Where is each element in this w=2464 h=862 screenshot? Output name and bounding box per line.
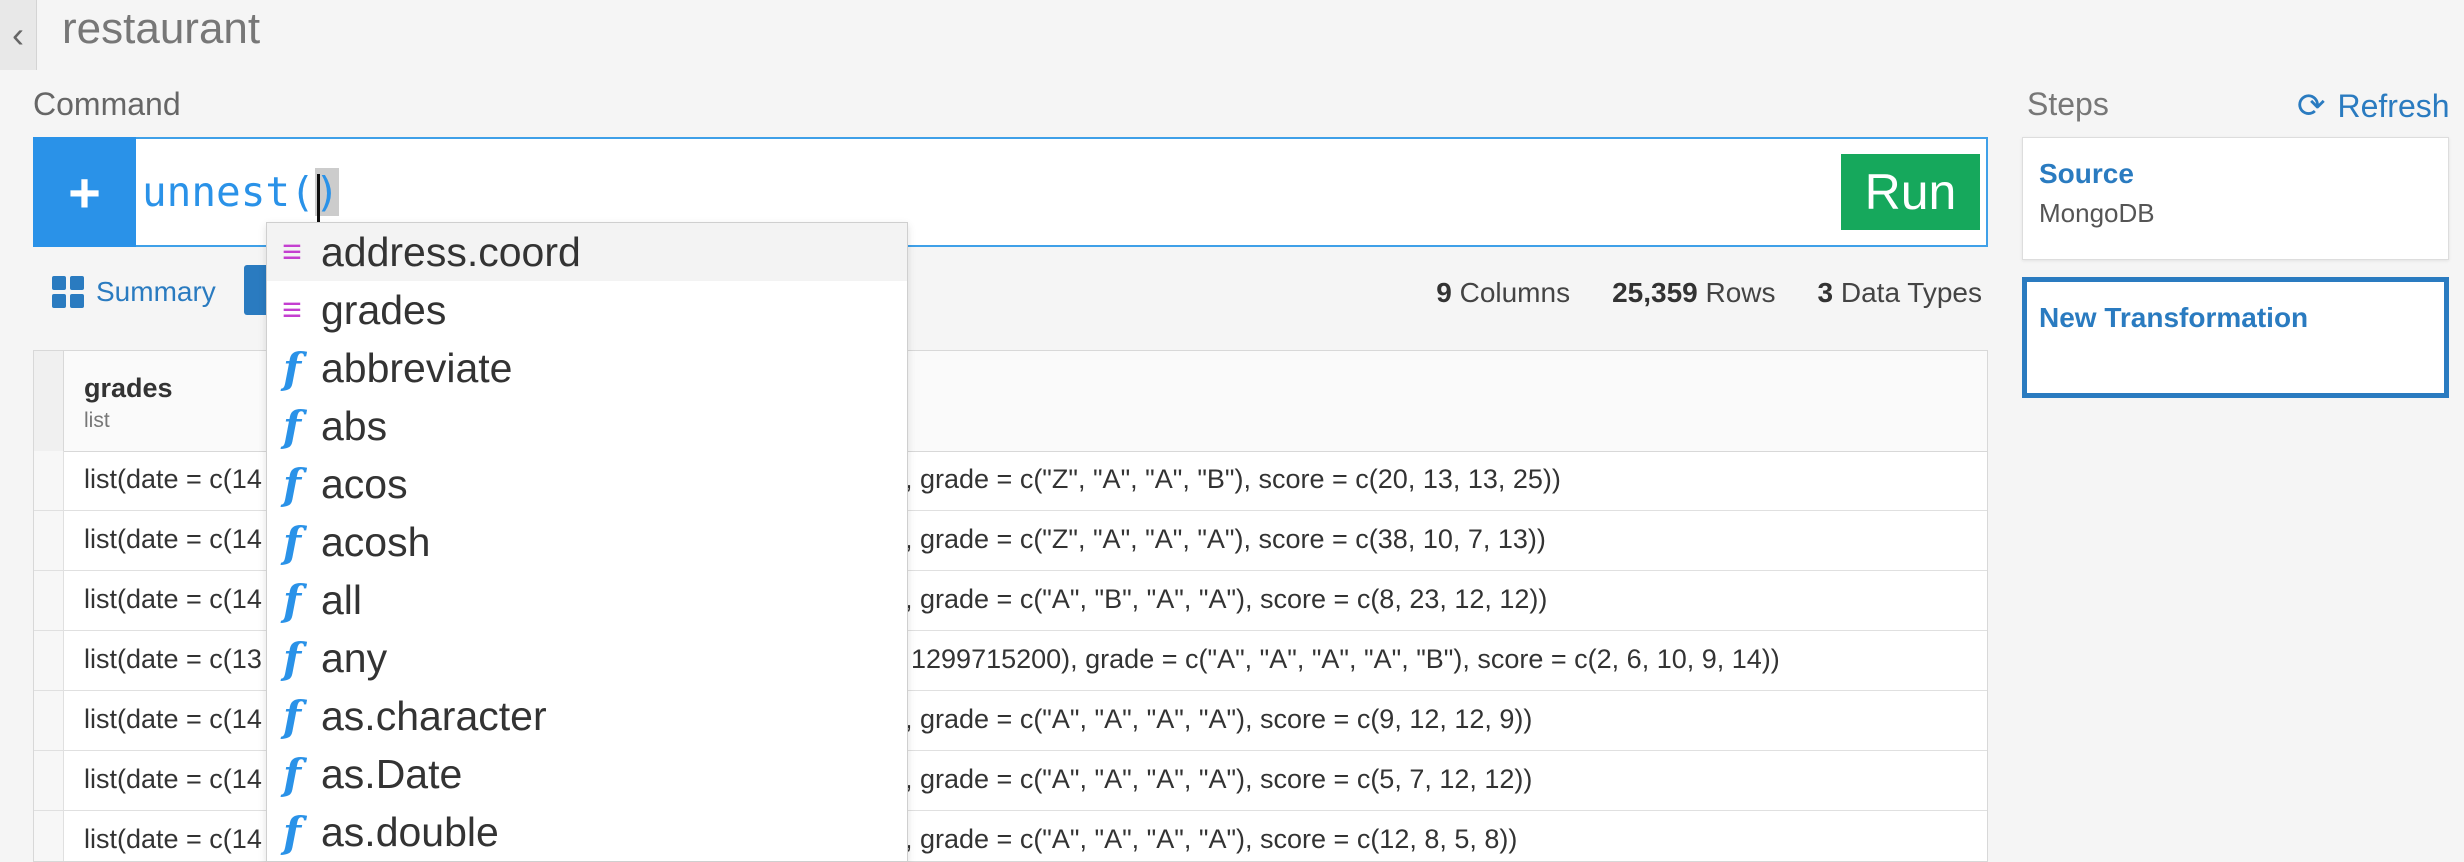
function-icon: f: [282, 401, 302, 451]
autocomplete-item[interactable]: f acos: [267, 455, 907, 513]
autocomplete-item-label: as.Date: [321, 750, 463, 797]
row-gutter: [34, 351, 64, 451]
data-stats: 9 Columns 25,359 Rows 3 Data Types: [1436, 277, 1982, 309]
autocomplete-item-label: as.character: [321, 692, 547, 739]
table-cell: list(date = c(14: [84, 584, 262, 614]
add-command-button[interactable]: +: [33, 137, 136, 247]
refresh-label: Refresh: [2337, 87, 2450, 124]
table-cell-tail: ), grade = c("A", "A", "A", "A"), score …: [896, 764, 1533, 794]
autocomplete-item[interactable]: f acosh: [267, 513, 907, 571]
columns-stat: 9 Columns: [1436, 277, 1571, 308]
command-input[interactable]: unnest(): [142, 160, 340, 224]
step-card-source[interactable]: Source MongoDB: [2022, 137, 2449, 260]
autocomplete-item[interactable]: f as.character: [267, 687, 907, 745]
autocomplete-item[interactable]: f as.Date: [267, 745, 907, 803]
autocomplete-item-label: address.coord: [321, 228, 581, 275]
command-label: Command: [33, 86, 181, 122]
row-gutter: [34, 751, 64, 810]
types-stat: 3 Data Types: [1817, 277, 1982, 308]
autocomplete-item-label: grades: [321, 286, 447, 333]
table-cell-tail: ), grade = c("A", "B", "A", "A"), score …: [896, 584, 1548, 614]
function-icon: f: [282, 633, 302, 683]
row-gutter: [34, 811, 64, 861]
row-gutter: [34, 691, 64, 750]
autocomplete-item[interactable]: ≡ address.coord: [267, 223, 907, 281]
table-cell-tail: ), grade = c("A", "A", "A", "A"), score …: [896, 824, 1518, 854]
autocomplete-item-label: abs: [321, 402, 388, 449]
function-icon: f: [282, 691, 302, 741]
autocomplete-item[interactable]: f all: [267, 571, 907, 629]
function-icon: f: [282, 807, 302, 857]
step-subtitle: MongoDB: [2039, 198, 2155, 228]
autocomplete-item-label: acos: [321, 460, 408, 507]
autocomplete-dropdown: ≡ address.coord ≡ grades f abbreviate f abs f aco…: [266, 222, 908, 862]
grid-icon: [52, 276, 84, 308]
run-button[interactable]: Run: [1841, 154, 1980, 230]
table-cell: list(date = c(13: [84, 644, 262, 674]
table-cell-tail: ), grade = c("A", "A", "A", "A"), score …: [896, 704, 1533, 734]
table-cell: list(date = c(14: [84, 524, 262, 554]
autocomplete-item[interactable]: f abbreviate: [267, 339, 907, 397]
autocomplete-item[interactable]: f as.double: [267, 803, 907, 861]
column-header-name[interactable]: grades: [84, 373, 173, 404]
plus-icon: +: [68, 160, 101, 224]
table-cell: list(date = c(14: [84, 704, 262, 734]
autocomplete-item-label: any: [321, 634, 388, 681]
column-header-type: list: [84, 409, 110, 432]
tab-summary[interactable]: Summary: [52, 272, 216, 312]
step-card-new-transformation[interactable]: New Transformation: [2022, 277, 2449, 398]
step-title: Source: [2039, 158, 2134, 189]
row-gutter: [34, 511, 64, 570]
autocomplete-item-label: all: [321, 576, 363, 623]
refresh-button[interactable]: ⟳ Refresh: [2297, 86, 2450, 126]
table-cell-tail: ), grade = c("Z", "A", "A", "A"), score …: [896, 524, 1546, 554]
autocomplete-item-label: abbreviate: [321, 344, 513, 391]
function-icon: f: [282, 459, 302, 509]
autocomplete-item[interactable]: f abs: [267, 397, 907, 455]
rows-stat: 25,359 Rows: [1612, 277, 1776, 308]
tab-summary-label: Summary: [96, 276, 216, 307]
command-input-close-paren: ): [314, 168, 340, 222]
function-icon: f: [282, 343, 302, 393]
function-icon: f: [282, 517, 302, 567]
autocomplete-item[interactable]: f any: [267, 629, 907, 687]
column-icon: ≡: [282, 290, 302, 329]
back-button[interactable]: ‹: [0, 0, 37, 70]
column-icon: ≡: [282, 232, 302, 271]
row-gutter: [34, 451, 64, 510]
function-icon: f: [282, 749, 302, 799]
command-input-text: unnest(: [142, 168, 315, 216]
autocomplete-item-label: acosh: [321, 518, 431, 565]
function-icon: f: [282, 575, 302, 625]
refresh-icon: ⟳: [2297, 87, 2326, 125]
table-cell-tail: , 1299715200), grade = c("A", "A", "A", …: [896, 644, 1780, 674]
step-title: New Transformation: [2039, 302, 2309, 333]
autocomplete-item[interactable]: ≡ grades: [267, 281, 907, 339]
steps-label: Steps: [2027, 86, 2109, 122]
table-cell: list(date = c(14: [84, 764, 262, 794]
table-cell: list(date = c(14: [84, 824, 262, 854]
text-cursor: [316, 174, 320, 222]
row-gutter: [34, 631, 64, 690]
table-cell: list(date = c(14: [84, 464, 262, 494]
autocomplete-item-label: as.double: [321, 808, 499, 855]
page-title: restaurant: [62, 4, 261, 53]
row-gutter: [34, 571, 64, 630]
chevron-left-icon: ‹: [12, 14, 24, 55]
table-cell-tail: ), grade = c("Z", "A", "A", "B"), score …: [896, 464, 1561, 494]
